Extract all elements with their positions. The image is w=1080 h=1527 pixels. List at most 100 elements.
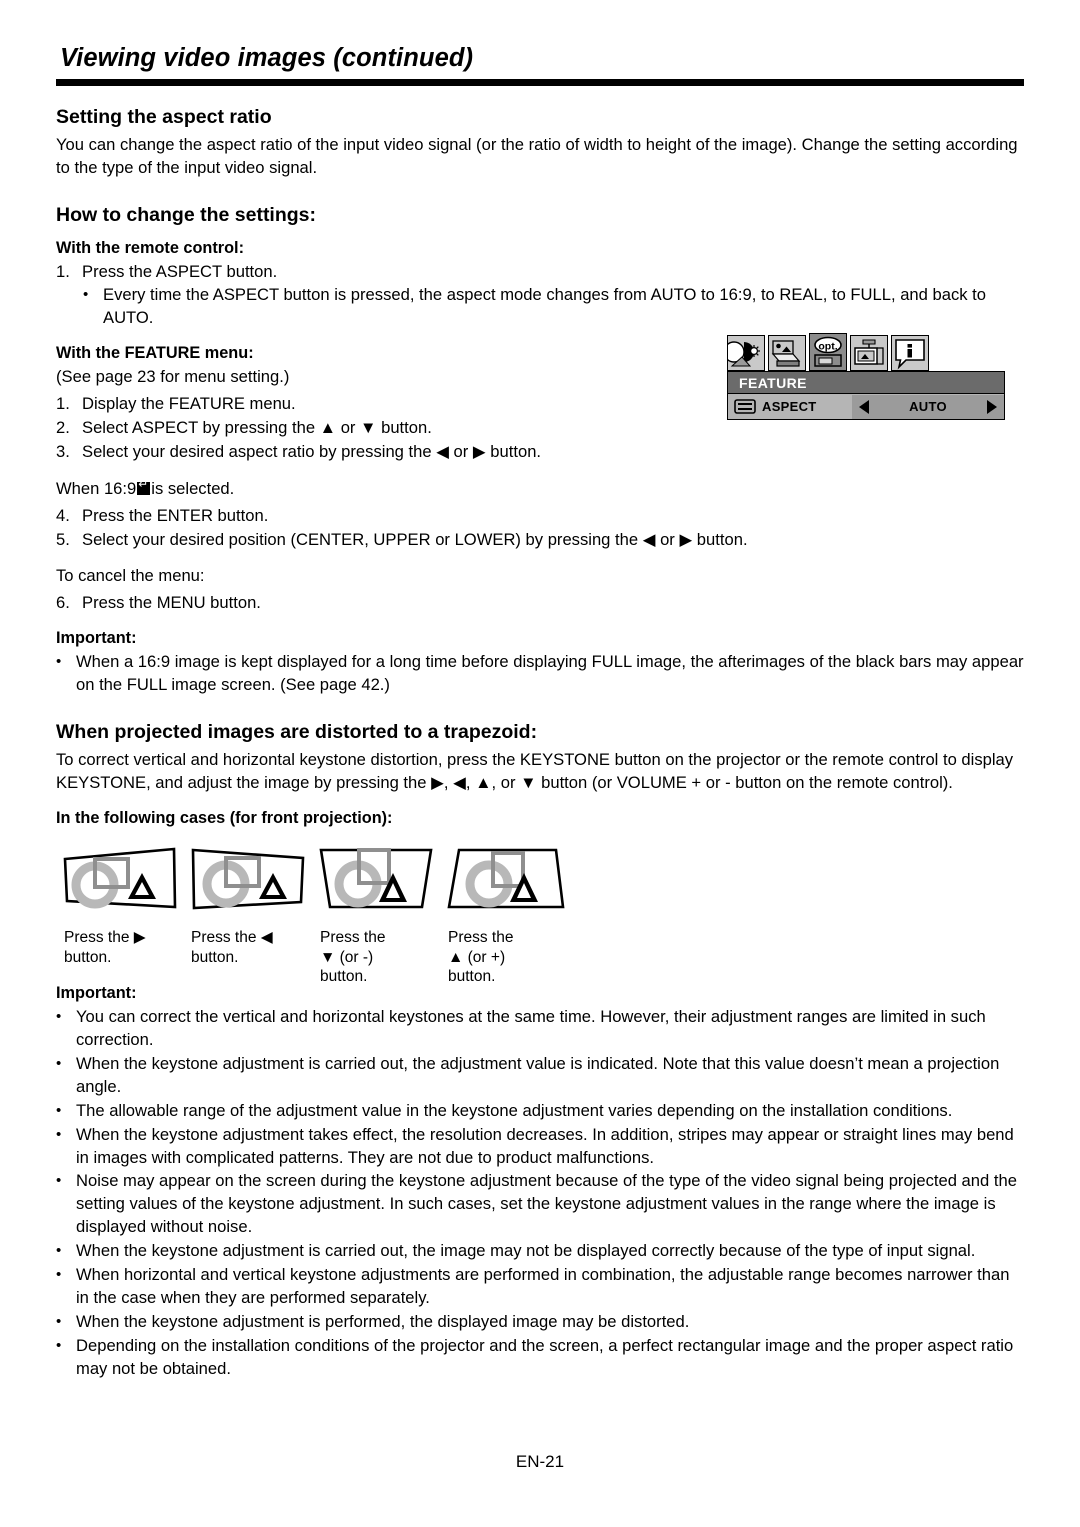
step-item: 1. Press the ASPECT button. [56, 261, 1024, 284]
label-line-1: Press the ▶ [64, 929, 146, 947]
bullet-text: When a 16:9 image is kept displayed for … [76, 652, 1024, 695]
label-line-2: button. [64, 948, 112, 966]
step-number: 1. [56, 394, 70, 414]
step-number: 6. [56, 593, 70, 613]
bullet-text: You can correct the vertical and horizon… [76, 1007, 986, 1050]
heading-trapezoid: When projected images are distorted to a… [56, 721, 538, 744]
step-item: 3. Select your desired aspect ratio by p… [56, 441, 1024, 464]
aspect-icon [728, 399, 762, 414]
aspect-screen-icon [734, 399, 756, 414]
keystone-label-left: Press the ◀ button. [191, 928, 321, 967]
osd-value-aspect: AUTO [909, 399, 947, 414]
when-169-suffix: is selected. [151, 478, 235, 498]
step-number: 4. [56, 505, 70, 525]
page-header: Viewing video images (continued) [56, 0, 1024, 87]
step-text: Select your desired aspect ratio by pres… [82, 441, 542, 461]
steps-169-list: 4. Press the ENTER button. 5. Select you… [56, 505, 1024, 552]
osd-row-aspect[interactable]: ASPECT AUTO [727, 394, 1005, 420]
remote-bullets-list: • Every time the ASPECT button is presse… [56, 284, 1024, 330]
keystone-diagram-labels: Press the ▶ button. Press the ◀ button. … [56, 928, 1024, 985]
osd-row-label-aspect: ASPECT [762, 399, 817, 414]
right-arrow-icon[interactable] [987, 399, 997, 414]
osd-tab-feature[interactable]: opt. [809, 333, 847, 371]
page-title: Viewing video images (continued) [60, 44, 474, 72]
aspect-intro-paragraph: You can change the aspect ratio of the i… [56, 135, 1018, 178]
step-item: 4. Press the ENTER button. [56, 505, 1024, 528]
osd-feature-menu-graphic: opt. FEATURE ASPECT AUTO [727, 333, 1005, 420]
title-rule [56, 79, 1024, 87]
bullet-marker: • [56, 1172, 62, 1190]
step-text: Select your desired position (CENTER, UP… [82, 529, 748, 549]
important-bullets-aspect: • When a 16:9 image is kept displayed fo… [56, 651, 1024, 697]
bullet-item: • When the keystone adjustment is carrie… [56, 1053, 1024, 1099]
bullet-marker: • [56, 653, 62, 671]
step-number: 1. [56, 261, 70, 281]
remote-steps-list: 1. Press the ASPECT button. [56, 261, 1024, 284]
step-text: Press the MENU button. [82, 593, 261, 613]
label-line-2: ▼ (or -) [320, 948, 374, 966]
osd-tab-image[interactable] [727, 335, 765, 371]
step-number: 3. [56, 441, 70, 461]
keystone-label-down: Press the ▼ (or -) button. [320, 928, 450, 987]
step-number: 5. [56, 529, 70, 549]
label-line-3: button. [320, 968, 368, 986]
bullet-item: • When the keystone adjustment is carrie… [56, 1240, 1024, 1263]
label-line-1: Press the ◀ [191, 929, 273, 947]
image-adjust-icon [728, 341, 760, 367]
keystone-diagram-down [318, 845, 438, 919]
bullet-text: Every time the ASPECT button is pressed,… [103, 285, 987, 328]
keystone-diagram-up [446, 845, 566, 919]
keystone-diagram-left [189, 845, 309, 919]
important-label-aspect: Important: [56, 629, 137, 648]
osd-tab-bar: opt. [727, 333, 1005, 371]
bullet-text: When the keystone adjustment takes effec… [76, 1124, 1014, 1167]
bullet-item: • Depending on the installation conditio… [56, 1335, 1024, 1381]
installation-icon [771, 340, 801, 367]
osd-tab-information[interactable] [891, 335, 929, 371]
left-arrow-icon[interactable] [859, 399, 869, 414]
osd-value-control-aspect[interactable]: AUTO [852, 394, 1004, 419]
bullet-marker: • [56, 1054, 62, 1072]
page-number: EN-21 [515, 1452, 565, 1471]
label-line-1: Press the [320, 929, 386, 947]
feature-opt-icon: opt. [814, 336, 842, 367]
bullet-item: • Every time the ASPECT button is presse… [83, 284, 1024, 330]
bullet-text: Depending on the installation conditions… [76, 1335, 1014, 1378]
enter-key-icon [137, 478, 151, 495]
signal-icon [854, 339, 884, 365]
keystone-label-right: Press the ▶ button. [64, 928, 194, 967]
step-text: Press the ASPECT button. [82, 261, 278, 281]
bullet-marker: • [56, 1125, 62, 1143]
bullet-item: • When a 16:9 image is kept displayed fo… [56, 651, 1024, 697]
when-169-prefix: When 16:9 [56, 478, 137, 498]
bullet-item: • Noise may appear on the screen during … [56, 1170, 1024, 1239]
step-item: 5. Select your desired position (CENTER,… [56, 529, 1024, 552]
cancel-steps-list: 6. Press the MENU button. [56, 592, 1024, 615]
bullet-item: • You can correct the vertical and horiz… [56, 1006, 1024, 1052]
step-item: 2. Select ASPECT by pressing the ▲ or ▼ … [56, 417, 1024, 440]
keystone-diagram-row [56, 845, 1024, 923]
osd-tab-signal[interactable] [850, 335, 888, 371]
bullet-text: The allowable range of the adjustment va… [76, 1100, 953, 1120]
bullet-text: When the keystone adjustment is performe… [76, 1311, 690, 1331]
lead-following-cases: In the following cases (for front projec… [56, 809, 393, 828]
bullet-marker: • [56, 1336, 62, 1354]
when-169-selected-line: When 16:9 is selected. [56, 478, 1024, 501]
bullet-item: • The allowable range of the adjustment … [56, 1100, 1024, 1123]
heading-setting-aspect-ratio: Setting the aspect ratio [56, 106, 272, 129]
information-icon [895, 339, 925, 370]
bullet-marker: • [56, 1242, 62, 1260]
heading-how-to-change: How to change the settings: [56, 204, 317, 227]
bullet-text: Noise may appear on the screen during th… [76, 1171, 1017, 1237]
page-footer: EN-21 [0, 1452, 1080, 1472]
svg-text:opt.: opt. [818, 341, 837, 353]
bullet-marker: • [56, 1008, 62, 1026]
label-line-2: ▲ (or +) [448, 948, 506, 966]
bullet-marker: • [56, 1101, 62, 1119]
bullet-item: • When horizontal and vertical keystone … [56, 1264, 1024, 1310]
step-number: 2. [56, 418, 70, 438]
label-line-3: button. [448, 968, 496, 986]
lead-with-remote-control: With the remote control: [56, 238, 244, 257]
to-cancel-menu-note: To cancel the menu: [56, 566, 205, 586]
osd-tab-installation[interactable] [768, 335, 806, 371]
